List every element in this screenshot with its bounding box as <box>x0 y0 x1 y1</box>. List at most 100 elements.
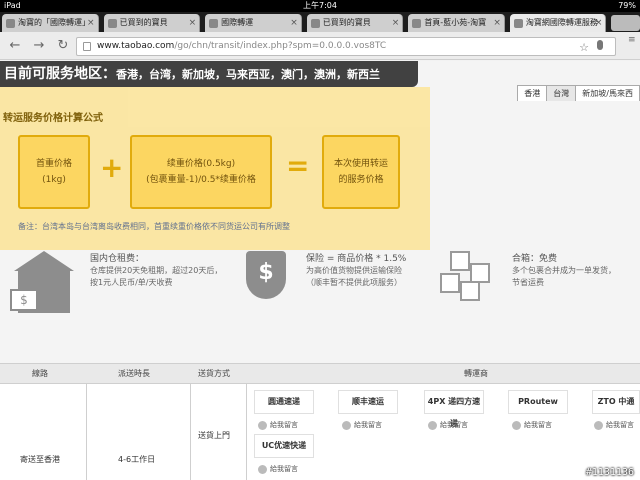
tab-title: 已買到的寶貝 <box>322 18 371 27</box>
favicon-icon <box>209 19 219 28</box>
header-route: 線路 <box>32 369 48 378</box>
reload-icon[interactable]: ↻ <box>54 37 72 55</box>
first-weight-box: 首重价格 (1kg) <box>18 135 90 209</box>
watermark-id: #1131136 <box>585 467 634 478</box>
battery-level: 79% <box>618 1 636 10</box>
storage-fee-info: 国内仓租费： 仓库提供20天免租期，超过20天后， 按1元人民币/单/天收费 <box>90 253 222 289</box>
tab-title: 國際轉運 <box>221 18 254 27</box>
new-tab-button[interactable] <box>611 15 640 31</box>
banner-regions: 香港，台湾，新加坡，马来西亚，澳门，澳洲，新西兰 <box>116 68 380 81</box>
header-method: 送貨方式 <box>198 369 230 378</box>
browser-tab-3[interactable]: 國際轉運 × <box>205 14 302 32</box>
storage-fee-line1: 仓库提供20天免租期，超过20天后， <box>90 266 223 275</box>
close-icon[interactable]: × <box>189 14 197 32</box>
column-divider <box>86 384 87 480</box>
table-header: 線路 派送時長 送貨方式 轉運商 <box>0 364 640 384</box>
region-tabs: 香港 台灣 新加坡/馬來西 <box>517 85 640 101</box>
total-price-line2: 的服务价格 <box>338 175 384 185</box>
close-icon[interactable]: × <box>87 14 95 32</box>
favicon-icon <box>107 19 117 28</box>
message-button[interactable]: 給我留言 <box>258 420 308 431</box>
insurance-line2: （顺丰暂不提供此项服务） <box>306 278 402 287</box>
message-button[interactable]: 給我留言 <box>342 420 392 431</box>
favicon-icon <box>513 19 523 28</box>
message-button[interactable]: 給我留言 <box>512 420 562 431</box>
close-icon[interactable]: × <box>493 14 501 32</box>
tab-taiwan[interactable]: 台灣 <box>546 85 577 101</box>
storage-fee-line2: 按1元人民币/单/天收费 <box>90 278 173 287</box>
favicon-icon <box>412 19 422 28</box>
page-content: 目前可服务地区：香港，台湾，新加坡，马来西亚，澳门，澳洲，新西兰 香港 台灣 新… <box>0 61 640 480</box>
insurance-title: 保险 = 商品价格 * 1.5% <box>306 254 407 264</box>
formula-note: 备注：台湾本岛与台湾离岛收费相同，首重续重价格依不同货运公司有所调整 <box>18 222 290 231</box>
url-host: www.taobao.com <box>97 41 175 51</box>
route-cell: 寄送至香港 <box>20 455 60 464</box>
storage-fee-title: 国内仓租费： <box>90 254 145 264</box>
service-area-banner: 目前可服务地区：香港，台湾，新加坡，马来西亚，澳门，澳洲，新西兰 <box>0 61 418 87</box>
status-bar: iPad 上午7:04 79% <box>0 0 640 12</box>
tab-title: 淘寶網國際轉運服務 <box>525 18 598 27</box>
insurance-info: 保险 = 商品价格 * 1.5% 为高价值货物提供运输保险 （顺丰暂不提供此项服… <box>306 253 406 289</box>
warehouse-icon <box>14 251 74 271</box>
tab-bar: 淘寶的「國際轉運」 × 已買到的寶貝 × 國際轉運 × 已買到的寶貝 × 首頁-藍小苑-… <box>0 12 640 32</box>
total-price-box: 本次使用转运 的服务价格 <box>322 135 400 209</box>
merge-line2: 节省运费 <box>512 278 544 287</box>
total-price-line1: 本次使用转运 <box>333 159 388 169</box>
browser-tab-4[interactable]: 已買到的寶貝 × <box>306 14 404 32</box>
star-icon[interactable]: ☆ <box>579 39 589 55</box>
column-divider <box>246 384 247 480</box>
shield-dollar-icon: $ <box>246 251 286 299</box>
carrier-proute-logo: PRoutew <box>508 390 568 414</box>
tab-title: 淘寶的「國際轉運」 <box>18 18 90 27</box>
shipping-table: 線路 派送時長 送貨方式 轉運商 寄送至香港 4-6工作日 送貨上門 圆通速递 … <box>0 363 640 480</box>
forward-arrow-icon[interactable]: → <box>30 37 48 55</box>
first-weight-unit: (1kg) <box>42 175 66 185</box>
dollar-icon: $ <box>10 289 38 311</box>
close-icon[interactable]: × <box>290 14 298 32</box>
browser-tab-5[interactable]: 首頁-藍小苑-淘寶 × <box>408 14 505 32</box>
message-button[interactable]: 給我留言 <box>594 420 640 431</box>
extra-weight-box: 续重价格(0.5kg) (包裹重量-1)/0.5*续重价格 <box>130 135 272 209</box>
favicon-icon <box>310 19 320 28</box>
carrier-4px-logo: 4PX 递四方速递 <box>424 390 484 428</box>
extra-weight-label: 续重价格(0.5kg) <box>166 159 236 169</box>
tab-hong-kong[interactable]: 香港 <box>517 85 548 101</box>
price-formula-panel: 转运服务价格计算公式 首重价格 (1kg) + 续重价格(0.5kg) (包裹重… <box>0 87 430 250</box>
carrier-zto-logo: ZTO 中通 <box>592 390 640 414</box>
plus-sign: + <box>100 151 124 184</box>
menu-icon[interactable]: ≡ <box>628 35 638 45</box>
browser-toolbar: ← → ↻ www.taobao.com/go/chn/transit/inde… <box>0 32 640 60</box>
address-bar[interactable]: www.taobao.com/go/chn/transit/index.php?… <box>76 37 616 56</box>
method-cell: 送貨上門 <box>198 431 230 440</box>
close-icon[interactable]: × <box>595 14 603 32</box>
boxes-icon <box>434 251 496 303</box>
merge-info: 合箱：免费 多个包裹合并成为一单发货， 节省运费 <box>512 253 616 289</box>
clock: 上午7:04 <box>303 1 337 10</box>
header-carrier: 轉運商 <box>464 369 488 378</box>
equals-sign: = <box>286 149 310 182</box>
extra-weight-formula: (包裹重量-1)/0.5*续重价格 <box>146 175 256 185</box>
tab-title: 已買到的寶貝 <box>119 18 168 27</box>
time-cell: 4-6工作日 <box>118 455 156 464</box>
message-button[interactable]: 給我留言 <box>428 420 478 431</box>
close-icon[interactable]: × <box>392 14 400 32</box>
formula-title: 转运服务价格计算公式 <box>3 113 103 124</box>
carrier-sf-logo: 顺丰速运 <box>338 390 398 414</box>
microphone-icon[interactable] <box>597 40 603 50</box>
column-divider <box>190 384 191 480</box>
merge-title: 合箱：免费 <box>512 254 558 264</box>
back-arrow-icon[interactable]: ← <box>6 37 24 55</box>
browser-tab-1[interactable]: 淘寶的「國際轉運」 × <box>2 14 99 32</box>
banner-prefix: 目前可服务地区： <box>4 66 116 82</box>
insurance-line1: 为高价值货物提供运输保险 <box>306 266 402 275</box>
favicon-icon <box>6 19 15 28</box>
message-button[interactable]: 給我留言 <box>258 464 308 475</box>
tab-singapore-malaysia[interactable]: 新加坡/馬來西 <box>575 85 640 101</box>
browser-tab-2[interactable]: 已買到的寶貝 × <box>103 14 201 32</box>
merge-line1: 多个包裹合并成为一单发货， <box>512 266 616 275</box>
tab-title: 首頁-藍小苑-淘寶 <box>424 18 487 27</box>
header-time: 派送時長 <box>118 369 150 378</box>
browser-tab-6[interactable]: 淘寶網國際轉運服務 × <box>509 14 607 32</box>
url-path: /go/chn/transit/index.php?spm=0.0.0.0.vo… <box>174 41 387 51</box>
first-weight-label: 首重价格 <box>35 159 72 169</box>
